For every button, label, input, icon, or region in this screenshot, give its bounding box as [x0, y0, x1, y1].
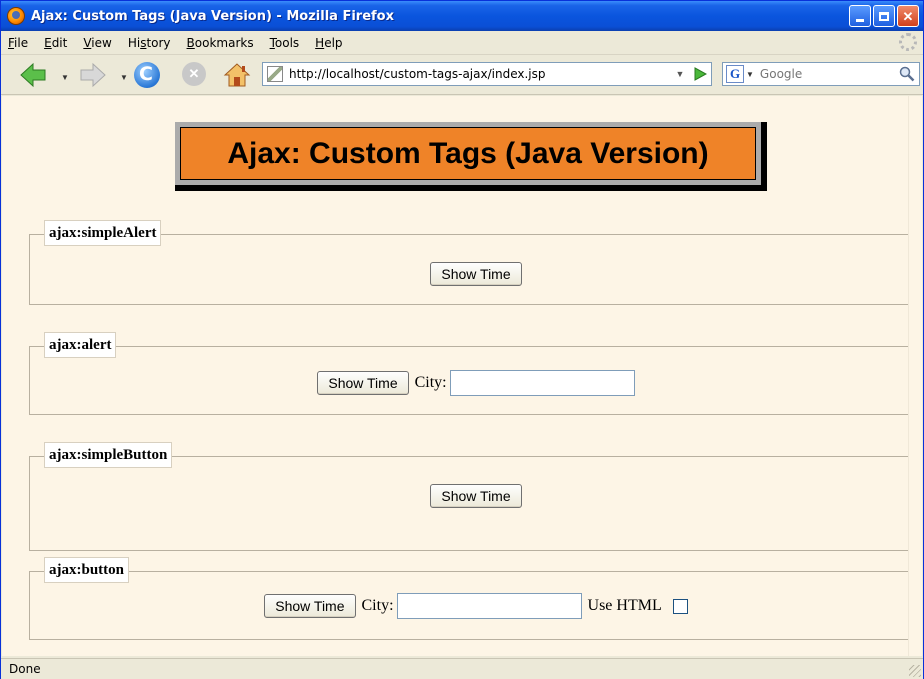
section-border-top	[30, 346, 909, 347]
section-simple-alert: ajax:simpleAlert Show Time	[29, 220, 909, 305]
minimize-button[interactable]	[849, 5, 871, 27]
section-button: ajax:button Show Time City: Use HTML	[29, 557, 909, 640]
url-bar[interactable]: http://localhost/custom-tags-ajax/index.…	[262, 62, 712, 86]
title-bar: Ajax: Custom Tags (Java Version) - Mozil…	[1, 1, 923, 31]
menu-file[interactable]: File	[1, 36, 36, 50]
search-input[interactable]	[757, 66, 878, 82]
minimize-icon	[856, 18, 864, 22]
maximize-button[interactable]	[873, 5, 895, 27]
section-legend: ajax:alert	[44, 332, 117, 358]
city-label: City:	[414, 374, 447, 391]
home-icon[interactable]	[223, 62, 251, 88]
show-time-button[interactable]: Show Time	[430, 262, 522, 286]
city-label: City:	[361, 597, 394, 614]
firefox-logo-icon	[7, 7, 25, 25]
page-content: Ajax: Custom Tags (Java Version) ajax:si…	[2, 96, 909, 656]
section-row: Show Time City:	[30, 370, 909, 396]
site-favicon-icon	[267, 66, 283, 82]
status-bar: Done	[1, 658, 923, 679]
google-engine-icon[interactable]: G	[726, 65, 744, 83]
forward-history-dropdown-icon[interactable]: ▼	[120, 73, 128, 82]
section-legend: ajax:simpleButton	[44, 442, 173, 468]
stop-icon[interactable]: ✕	[182, 62, 206, 86]
url-dropdown-icon[interactable]: ▼	[671, 69, 689, 79]
menu-edit[interactable]: Edit	[36, 36, 75, 50]
section-legend: ajax:button	[44, 557, 130, 583]
section-alert: ajax:alert Show Time City:	[29, 332, 909, 415]
use-html-label: Use HTML	[587, 597, 662, 614]
throbber-icon	[899, 33, 917, 51]
section-border-top	[30, 234, 909, 235]
show-time-button[interactable]: Show Time	[430, 484, 522, 508]
go-icon[interactable]	[689, 67, 711, 81]
menu-help[interactable]: Help	[307, 36, 350, 50]
city-input[interactable]	[449, 370, 635, 396]
browser-window: Ajax: Custom Tags (Java Version) - Mozil…	[0, 0, 924, 679]
close-icon: ✕	[902, 8, 914, 24]
menu-tools[interactable]: Tools	[262, 36, 308, 50]
back-arrow-icon[interactable]	[19, 62, 47, 88]
search-icon[interactable]	[899, 66, 915, 82]
navigation-toolbar: ▼ ▼ ✕ http://localhost/custom-tags-ajax/…	[1, 55, 923, 95]
back-history-dropdown-icon[interactable]: ▼	[61, 73, 69, 82]
section-legend: ajax:simpleAlert	[44, 220, 162, 246]
window-title: Ajax: Custom Tags (Java Version) - Mozil…	[31, 8, 394, 24]
content-scroll-gutter	[908, 96, 922, 656]
section-simple-button: ajax:simpleButton Show Time	[29, 442, 909, 551]
forward-arrow-icon[interactable]	[79, 62, 107, 88]
search-engine-dropdown-icon[interactable]: ▼	[746, 70, 754, 79]
url-text[interactable]: http://localhost/custom-tags-ajax/index.…	[289, 67, 671, 81]
page-title-shadow: Ajax: Custom Tags (Java Version)	[175, 122, 767, 191]
use-html-checkbox[interactable]	[672, 598, 688, 614]
page-title-panel: Ajax: Custom Tags (Java Version)	[180, 127, 756, 180]
resize-grip-icon[interactable]	[909, 665, 921, 677]
section-row: Show Time	[30, 262, 909, 286]
page-title: Ajax: Custom Tags (Java Version)	[227, 136, 709, 170]
reload-icon[interactable]	[134, 62, 160, 88]
city-input[interactable]	[396, 593, 582, 619]
status-text: Done	[9, 662, 41, 676]
menu-history[interactable]: History	[120, 36, 179, 50]
section-border-top	[30, 571, 909, 572]
show-time-button[interactable]: Show Time	[264, 594, 356, 618]
menu-view[interactable]: View	[75, 36, 119, 50]
page-title-frame: Ajax: Custom Tags (Java Version)	[175, 122, 761, 185]
section-row: Show Time	[30, 484, 909, 508]
menu-bar: File Edit View History Bookmarks Tools H…	[1, 31, 923, 55]
maximize-icon	[879, 11, 889, 21]
search-bar[interactable]: G ▼	[722, 62, 920, 86]
menu-bookmarks[interactable]: Bookmarks	[179, 36, 262, 50]
window-controls: ✕	[849, 5, 919, 27]
show-time-button[interactable]: Show Time	[317, 371, 409, 395]
close-button[interactable]: ✕	[897, 5, 919, 27]
section-row: Show Time City: Use HTML	[30, 593, 909, 619]
